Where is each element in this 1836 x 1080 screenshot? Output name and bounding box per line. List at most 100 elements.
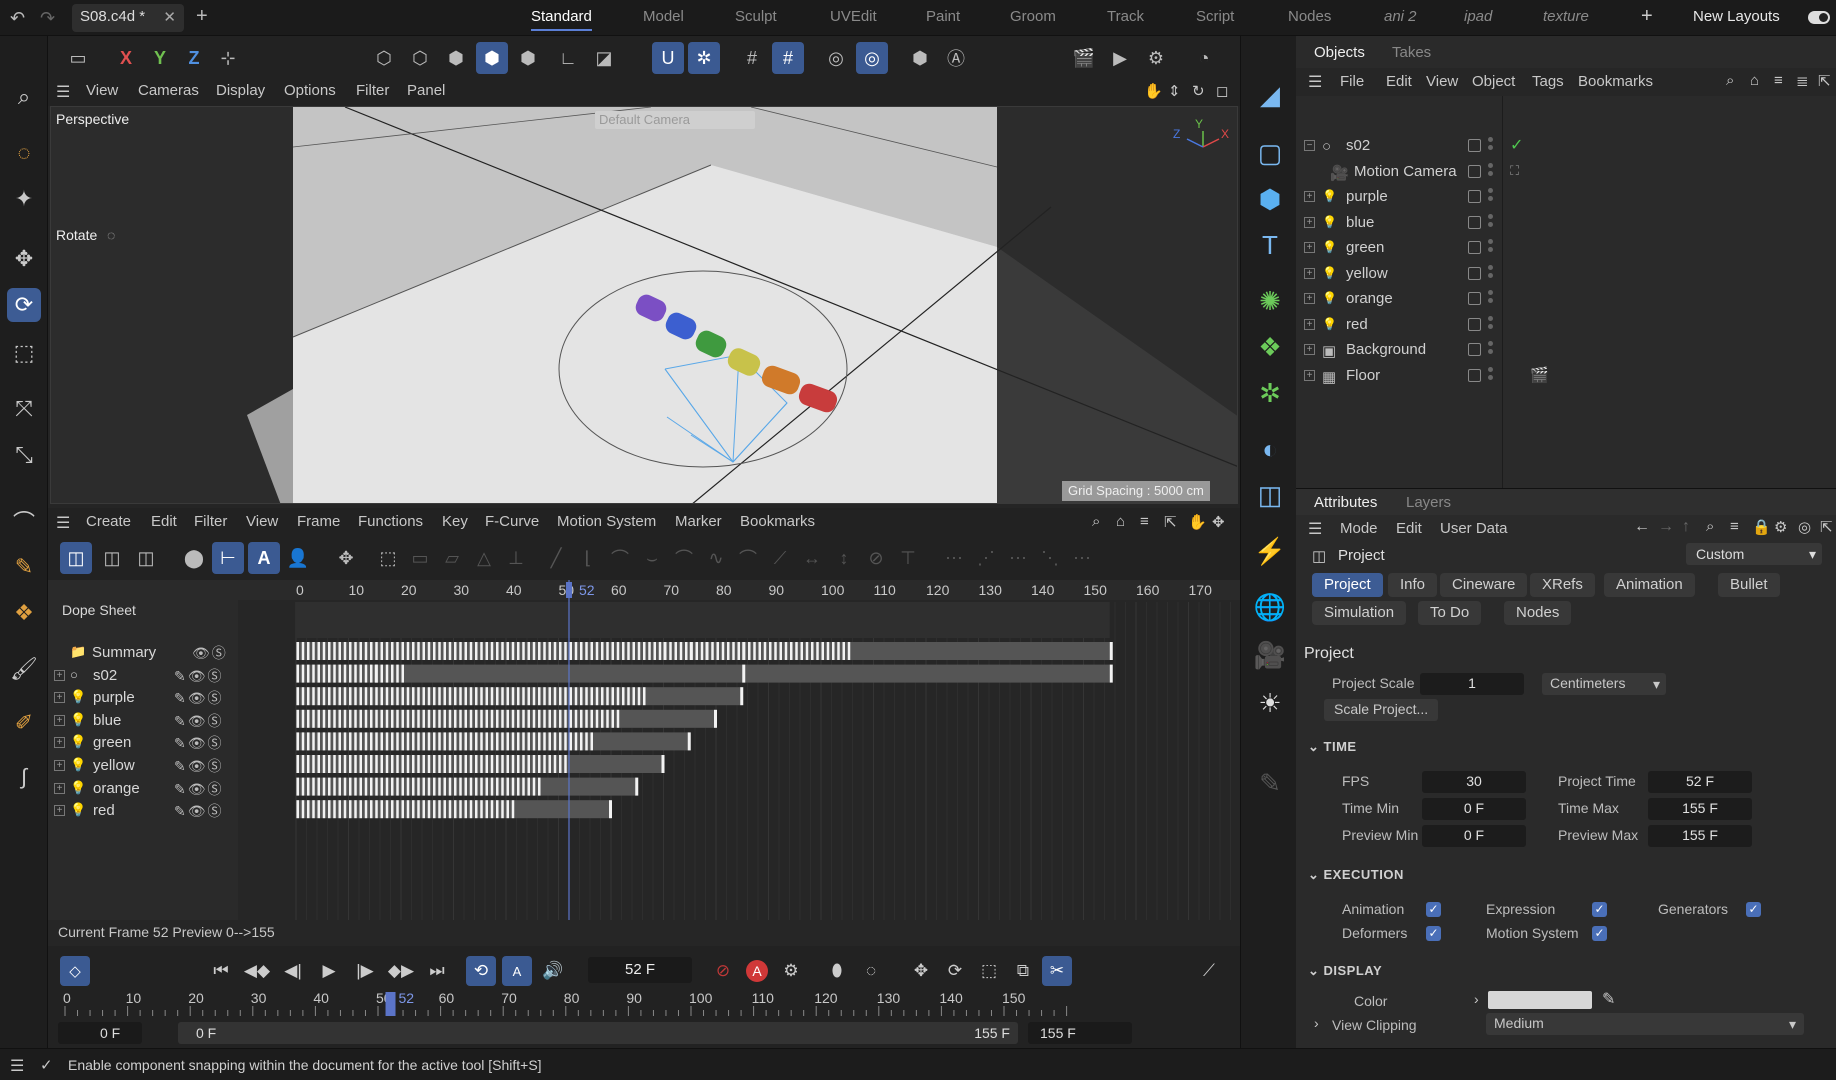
move-tool-icon[interactable]: ✥ — [7, 242, 41, 276]
redo-icon[interactable]: ↷ — [40, 8, 55, 29]
deformer-icon[interactable]: ◐ — [1251, 430, 1289, 468]
loop-icon[interactable]: ⟲ — [466, 956, 496, 986]
visibility-dots[interactable] — [1488, 162, 1494, 181]
add-tab-icon[interactable]: + — [196, 5, 208, 28]
scale-key-icon[interactable]: ⬚ — [974, 956, 1004, 986]
object-row[interactable]: + 💡 orange — [1296, 287, 1836, 312]
viewport-3d[interactable]: Perspective Default Camera Rotate ◌ Y X … — [50, 106, 1238, 504]
auto-mode-icon[interactable]: A — [248, 542, 280, 574]
hamburger-icon[interactable]: ☰ — [1308, 72, 1322, 92]
generators-checkbox[interactable]: ✓ — [1746, 902, 1761, 917]
viewport-menu-cameras[interactable]: Cameras — [138, 82, 199, 99]
snap-icon[interactable]: U — [652, 42, 684, 74]
popout-icon[interactable]: ⇱ — [1820, 518, 1833, 536]
preview-range-icon[interactable]: A — [502, 956, 532, 986]
dolly-icon[interactable]: ⇕ — [1168, 82, 1181, 100]
popout-icon[interactable]: ⇱ — [1818, 72, 1831, 90]
attr-menu-user-data[interactable]: User Data — [1440, 520, 1508, 537]
filter-icon[interactable]: ≡ — [1140, 513, 1149, 530]
editor-visibility-icon[interactable] — [1468, 292, 1481, 305]
expand-icon[interactable]: − — [1304, 140, 1315, 151]
current-frame-field[interactable]: 52 F — [588, 957, 692, 983]
transform-icon[interactable]: ⤧ — [7, 392, 41, 426]
execution-section[interactable]: ⌄ EXECUTION — [1308, 867, 1404, 883]
viewport-solo-icon[interactable]: ⬢ — [904, 42, 936, 74]
objects-menu-edit[interactable]: Edit — [1386, 73, 1412, 90]
subtab-bullet[interactable]: Bullet — [1718, 573, 1780, 597]
light-st-icon[interactable]: ☀ — [1251, 684, 1289, 722]
volume-icon[interactable]: ⚡ — [1251, 532, 1289, 570]
record-disabled-icon[interactable]: ⊘ — [708, 956, 738, 986]
select-tool-icon[interactable]: ◌ — [7, 136, 41, 170]
z-axis-lock[interactable]: Z — [178, 42, 210, 74]
expression-checkbox[interactable]: ✓ — [1592, 902, 1607, 917]
next-frame-icon[interactable]: |▶ — [350, 956, 380, 986]
layout-tab-track[interactable]: Track — [1107, 8, 1144, 25]
track-row[interactable]: + 💡 blue ✎👁Ⓢ — [48, 710, 238, 732]
objects-menu-file[interactable]: File — [1340, 73, 1364, 90]
timeline-menu-create[interactable]: Create — [86, 513, 131, 530]
timeline-menu-frame[interactable]: Frame — [297, 513, 340, 530]
fcurve-mode-icon[interactable]: ◫ — [96, 542, 128, 574]
editor-visibility-icon[interactable] — [1468, 139, 1481, 152]
view-clipping-dropdown[interactable]: Medium ▾ — [1486, 1013, 1804, 1035]
editor-visibility-icon[interactable] — [1468, 241, 1481, 254]
rotation-key-icon[interactable]: ⟳ — [940, 956, 970, 986]
timeline-menu-functions[interactable]: Functions — [358, 513, 423, 530]
camera-st-icon[interactable]: 🎥 — [1251, 636, 1289, 674]
up-arrow-icon[interactable]: ↑ — [1682, 518, 1690, 536]
dope-sheet-mode-icon[interactable]: ◫ — [60, 542, 92, 574]
visibility-dots[interactable] — [1488, 290, 1494, 308]
expand-icon[interactable]: + — [54, 737, 65, 749]
axis-icon[interactable]: ⤡ — [7, 438, 41, 472]
filter-icon[interactable]: ≡ — [1774, 72, 1783, 89]
hamburger-icon[interactable]: ☰ — [56, 513, 70, 533]
previous-key-icon[interactable]: ◀◆ — [242, 956, 272, 986]
frame-all-icon[interactable]: ⬚ — [372, 542, 404, 574]
track-toggles-icon[interactable]: ✎👁Ⓢ — [174, 688, 224, 708]
expand-icon[interactable]: + — [1304, 242, 1315, 253]
layers-icon[interactable]: ≣ — [1796, 72, 1809, 90]
pla-key-icon[interactable]: ✂ — [1042, 956, 1072, 986]
preview-range-slider[interactable]: 0 F 155 F — [178, 1022, 1018, 1044]
viewport-menu-panel[interactable]: Panel — [407, 82, 445, 99]
sphere-icon[interactable]: ⬤ — [178, 542, 210, 574]
key-filter-icon[interactable]: ◌ — [856, 956, 886, 986]
viewport-menu-options[interactable]: Options — [284, 82, 336, 99]
parameter-key-icon[interactable]: ⧉ — [1008, 956, 1038, 986]
track-row[interactable]: + ○ s02 ✎👁Ⓢ — [48, 665, 238, 687]
paint-icon[interactable]: ✎ — [7, 550, 41, 584]
attr-menu-mode[interactable]: Mode — [1340, 520, 1378, 537]
expand-icon[interactable]: + — [1304, 369, 1315, 381]
cloner-icon[interactable]: ✺ — [1251, 282, 1289, 320]
eyedropper-icon[interactable]: ✎ — [1602, 989, 1615, 1009]
deformers-checkbox[interactable]: ✓ — [1426, 926, 1441, 941]
track-toggles-icon[interactable]: ✎👁Ⓢ — [174, 733, 224, 753]
hamburger-icon[interactable]: ☰ — [1308, 519, 1322, 539]
viewport-menu-filter[interactable]: Filter — [356, 82, 389, 99]
circle-icon[interactable]: ◎ — [1798, 518, 1811, 536]
render-settings-icon[interactable]: ⚙ — [1140, 42, 1172, 74]
layout-tab-sculpt[interactable]: Sculpt — [735, 8, 777, 25]
editor-visibility-icon[interactable] — [1468, 343, 1481, 356]
chevron-right-icon[interactable]: › — [1314, 1015, 1319, 1031]
layouts-toggle[interactable] — [1808, 11, 1830, 24]
project-time-input[interactable]: 52 F — [1648, 771, 1752, 793]
camera-label[interactable]: Default Camera — [595, 111, 755, 129]
visibility-dots[interactable] — [1488, 341, 1494, 359]
track-row[interactable]: + 💡 green ✎👁Ⓢ — [48, 732, 238, 754]
rotate-tool-icon[interactable]: ⟳ — [7, 288, 41, 322]
new-layouts-label[interactable]: New Layouts — [1693, 8, 1780, 25]
expand-icon[interactable]: + — [1304, 293, 1315, 304]
layout-tab-script[interactable]: Script — [1196, 8, 1234, 25]
tab-layers[interactable]: Layers — [1406, 494, 1451, 511]
expand-icon[interactable]: + — [54, 805, 65, 817]
model-mode-icon[interactable]: ⬢ — [476, 42, 508, 74]
objects-menu-view[interactable]: View — [1426, 73, 1458, 90]
editor-visibility-icon[interactable] — [1468, 164, 1481, 178]
search-icon[interactable]: ⌕ — [1092, 513, 1100, 530]
snap-settings-icon[interactable]: ✲ — [688, 42, 720, 74]
track-toggles-icon[interactable]: ✎👁Ⓢ — [174, 666, 224, 686]
mograph-icon[interactable]: ❖ — [1251, 328, 1289, 366]
layout-tab-ipad[interactable]: ipad — [1464, 8, 1492, 25]
